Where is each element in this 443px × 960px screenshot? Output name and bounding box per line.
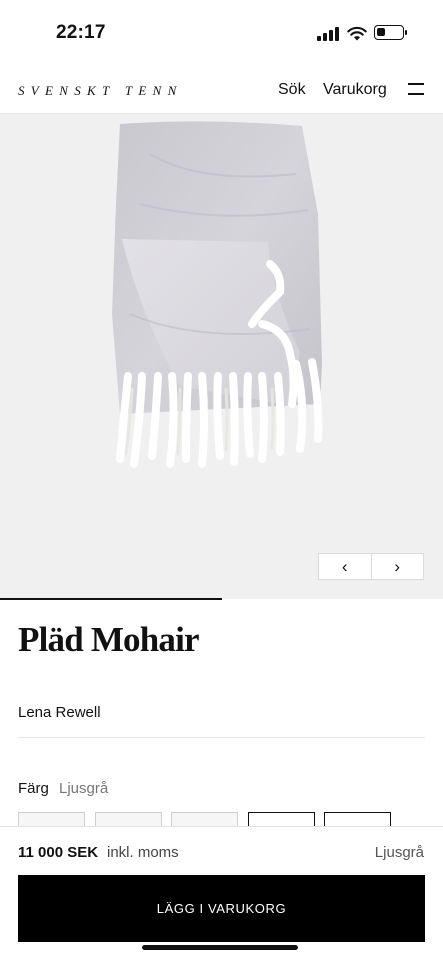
next-image-button[interactable]: › xyxy=(370,554,424,579)
site-header: Svenskt Tenn Sök Varukorg xyxy=(0,66,443,114)
mohair-throw-image xyxy=(112,121,323,468)
search-link[interactable]: Sök xyxy=(278,81,306,99)
product-image-gallery[interactable] xyxy=(0,114,443,599)
color-swatch-selected[interactable] xyxy=(248,812,315,826)
signal-icon xyxy=(317,27,339,41)
brand-logo[interactable]: Svenskt Tenn xyxy=(18,83,183,99)
selected-color: Ljusgrå xyxy=(374,844,424,861)
divider xyxy=(18,737,425,738)
wifi-icon xyxy=(347,26,367,41)
vat-note: inkl. moms xyxy=(107,844,179,861)
previous-image-button[interactable]: ‹ xyxy=(319,554,371,579)
gallery-progress-bar xyxy=(0,598,222,600)
product-designer[interactable]: Lena Rewell xyxy=(18,704,101,721)
hamburger-menu-icon[interactable] xyxy=(408,83,424,96)
product-title: Pläd Mohair xyxy=(18,620,200,659)
cart-link[interactable]: Varukorg xyxy=(323,81,387,99)
status-time: 22:17 xyxy=(56,22,106,43)
battery-level xyxy=(377,28,385,36)
home-indicator xyxy=(142,945,298,950)
color-swatch[interactable] xyxy=(324,812,391,826)
add-to-cart-button[interactable]: LÄGG I VARUKORG xyxy=(18,875,425,942)
status-bar: 22:17 xyxy=(0,0,443,66)
color-swatch[interactable] xyxy=(171,812,238,826)
gallery-arrows: ‹ › xyxy=(318,553,424,580)
color-swatch[interactable] xyxy=(95,812,162,826)
color-label: Färg xyxy=(18,780,49,797)
color-swatch[interactable] xyxy=(18,812,85,826)
purchase-panel: 11 000 SEK inkl. moms Ljusgrå LÄGG I VAR… xyxy=(0,826,443,960)
color-value: Ljusgrå xyxy=(59,780,109,797)
battery-icon xyxy=(374,25,407,40)
product-price: 11 000 SEK xyxy=(18,844,99,861)
